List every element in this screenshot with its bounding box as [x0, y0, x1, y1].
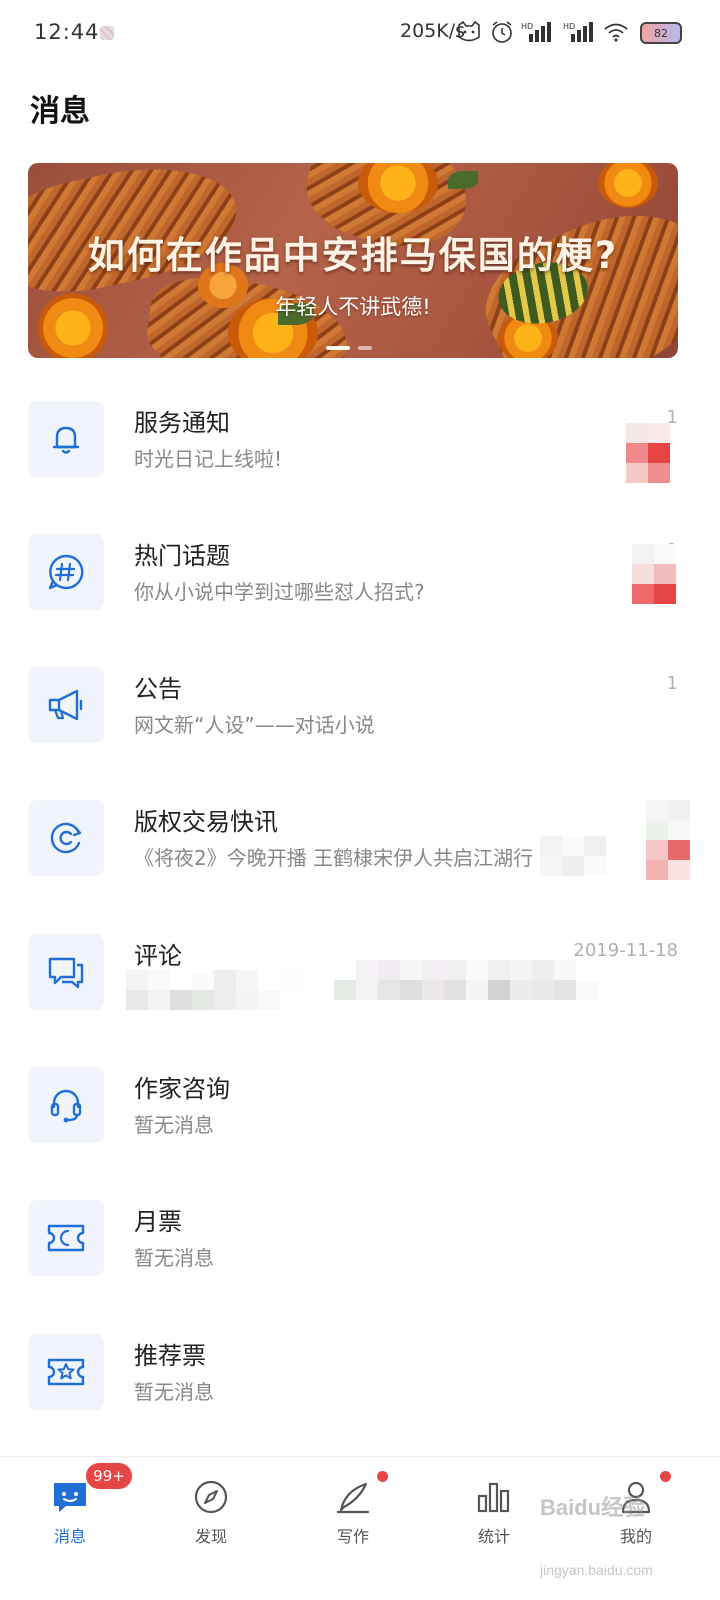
blurred-text [540, 836, 606, 876]
blurred-text-2 [334, 960, 598, 1000]
headset-icon [28, 1067, 104, 1143]
message-item-hot-topics[interactable]: 热门话题 你从小说中学到过哪些怼人招式? 1 [0, 534, 720, 644]
message-title: 评论 [134, 942, 182, 970]
message-subtitle: 时光日记上线啦! [134, 447, 283, 471]
message-title: 热门话题 [134, 542, 230, 570]
tab-label: 消息 [53, 1527, 86, 1546]
baidu-watermark-url: jingyan.baidu.com [540, 1562, 653, 1578]
message-subtitle: 网文新“人设”——对话小说 [134, 713, 375, 737]
message-subtitle: 你从小说中学到过哪些怼人招式? [134, 580, 425, 604]
promo-banner[interactable]: 如何在作品中安排马保国的梗? 年轻人不讲武德! [28, 163, 678, 358]
message-subtitle: 暂无消息 [134, 1113, 214, 1137]
banner-indicator [358, 346, 372, 350]
message-item-copyright[interactable]: 版权交易快讯 《将夜2》今晚开播 王鹤棣宋伊人共启江湖行 01 [0, 800, 720, 910]
message-title: 作家咨询 [134, 1075, 230, 1103]
message-title: 公告 [134, 675, 182, 703]
leaf-decoration-2 [448, 171, 478, 189]
message-subtitle: 《将夜2》今晚开播 王鹤棣宋伊人共启江湖行 [134, 846, 534, 870]
status-time: 12:44 [34, 20, 100, 44]
message-subtitle: 暂无消息 [134, 1380, 214, 1404]
svg-text:HD: HD [563, 22, 575, 31]
svg-text:HD: HD [521, 22, 533, 31]
bell-icon [28, 401, 104, 477]
page-title: 消息 [30, 94, 90, 129]
megaphone-icon [28, 667, 104, 743]
hashtag-icon [28, 534, 104, 610]
moon-ticket-icon [28, 1200, 104, 1276]
banner-title: 如何在作品中安排马保国的梗? [87, 234, 619, 277]
wifi-icon [602, 16, 630, 48]
blurred-badge [626, 423, 670, 483]
tab-label: 写作 [336, 1527, 369, 1546]
tab-write[interactable]: 写作 [303, 1471, 403, 1551]
bottom-tab-bar: 99+ 消息 发现 写作 统计 我的 [0, 1456, 720, 1600]
tab-statistics[interactable]: 统计 [444, 1471, 544, 1551]
message-time: 1 [666, 673, 678, 694]
message-subtitle: 暂无消息 [134, 1246, 214, 1270]
message-item-comments[interactable]: 评论 2019-11-18 [0, 934, 720, 1044]
message-item-announcement[interactable]: 公告 网文新“人设”——对话小说 1 [0, 667, 720, 777]
banner-subtitle: 年轻人不讲武德! [275, 295, 431, 319]
cat-face-icon [455, 16, 483, 48]
message-item-recommend-ticket[interactable]: 推荐票 暂无消息 [0, 1334, 720, 1444]
unread-badge: 99+ [86, 1463, 132, 1489]
blurred-badge [646, 800, 690, 880]
tab-messages[interactable]: 99+ 消息 [20, 1463, 132, 1551]
hd-signal-icon-2: HD [562, 16, 596, 48]
hd-signal-icon: HD [520, 16, 554, 48]
new-dot [660, 1471, 671, 1482]
tab-discover[interactable]: 发现 [161, 1471, 261, 1551]
flower-decoration-4 [598, 163, 658, 208]
message-title: 服务通知 [134, 409, 230, 437]
message-title: 月票 [134, 1208, 182, 1236]
tab-label: 发现 [194, 1527, 227, 1546]
message-title: 版权交易快讯 [134, 808, 278, 836]
message-item-service[interactable]: 服务通知 时光日记上线啦! 1 [0, 401, 720, 511]
tab-label: 统计 [477, 1527, 510, 1546]
comment-icon [28, 934, 104, 1010]
blurred-badge [632, 544, 676, 604]
copyright-refresh-icon [28, 800, 104, 876]
message-time: 2019-11-18 [573, 940, 678, 961]
pen-icon [333, 1477, 373, 1517]
battery-icon: 82 [640, 22, 682, 44]
message-title: 推荐票 [134, 1342, 206, 1370]
blurred-text [126, 970, 302, 1010]
message-item-monthly-ticket[interactable]: 月票 暂无消息 [0, 1200, 720, 1310]
star-ticket-icon [28, 1334, 104, 1410]
message-icon [50, 1477, 90, 1517]
status-bar: 12:44 205K/s HD HD 82 [0, 0, 720, 64]
alarm-clock-icon [488, 16, 516, 48]
compass-icon [191, 1477, 231, 1517]
banner-indicator-active [326, 346, 350, 350]
notification-app-icon [100, 26, 114, 40]
bar-chart-icon [474, 1477, 514, 1517]
message-item-author-consult[interactable]: 作家咨询 暂无消息 [0, 1067, 720, 1177]
new-dot [377, 1471, 388, 1482]
baidu-watermark: Baidu经验 [540, 1495, 646, 1520]
tab-label: 我的 [619, 1527, 652, 1546]
messages-screen: 12:44 205K/s HD HD 82 消息 如何在作品中安排马保国的梗? … [0, 0, 720, 1600]
